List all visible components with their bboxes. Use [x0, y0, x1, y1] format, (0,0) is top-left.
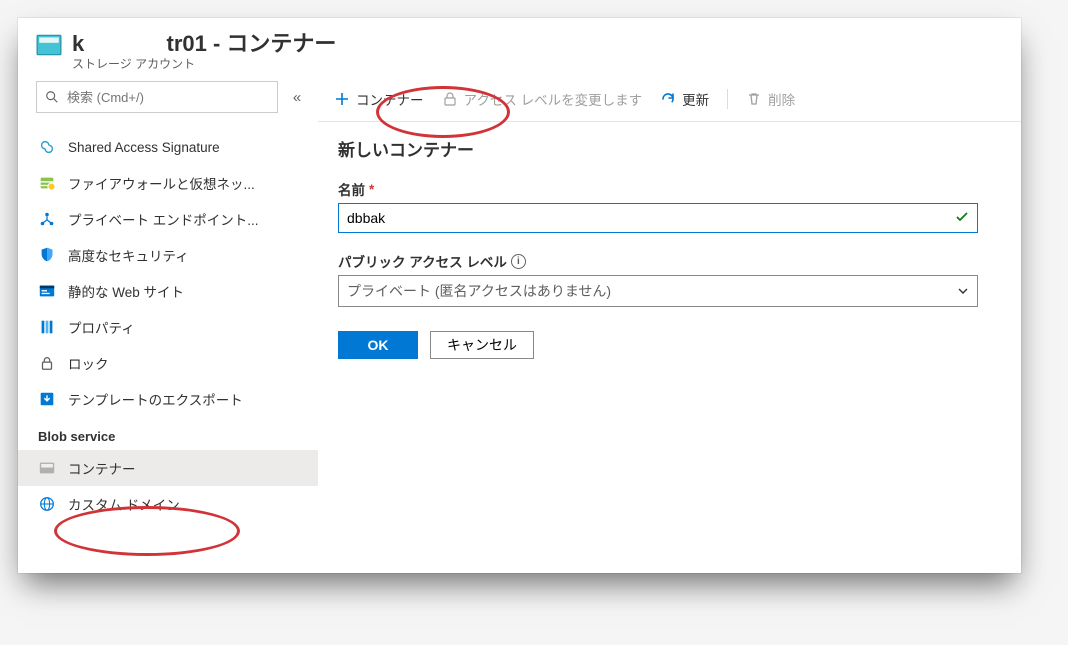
sidebar-item-properties[interactable]: プロパティ [18, 309, 318, 345]
sidebar-item-label: コンテナー [68, 458, 136, 478]
toolbar-separator [727, 89, 728, 109]
add-container-button[interactable]: コンテナー [334, 89, 424, 109]
panel-heading: 新しいコンテナー [338, 136, 978, 161]
toolbar-delete-label: 削除 [768, 89, 795, 109]
sidebar-item-label: プライベート エンドポイント... [68, 209, 259, 229]
collapse-sidebar-button[interactable]: « [286, 89, 308, 106]
endpoint-icon [38, 210, 56, 228]
delete-button[interactable]: 削除 [746, 89, 795, 109]
sidebar-item-sas[interactable]: Shared Access Signature [18, 129, 318, 165]
sidebar-nav: Shared Access Signature ファイアウォールと仮想ネッ...… [18, 123, 318, 573]
sidebar-item-export-template[interactable]: テンプレートのエクスポート [18, 381, 318, 417]
refresh-icon [660, 91, 676, 107]
sidebar-section-blob-service: Blob service [18, 417, 318, 450]
name-input-wrap [338, 203, 978, 233]
ok-button[interactable]: OK [338, 331, 418, 359]
firewall-icon [38, 174, 56, 192]
access-level-icon [442, 91, 458, 107]
access-level-select[interactable]: プライベート (匿名アクセスはありません) [338, 275, 978, 307]
sidebar-item-label: ロック [68, 353, 109, 373]
name-label-text: 名前 [338, 179, 365, 199]
shield-icon [38, 246, 56, 264]
toolbar-access-label: アクセス レベルを変更します [464, 89, 643, 109]
sidebar-item-label: 高度なセキュリティ [68, 245, 189, 265]
sidebar-item-lock[interactable]: ロック [18, 345, 318, 381]
key-link-icon [38, 138, 56, 156]
title-suffix: tr01 - コンテナー [167, 31, 337, 56]
info-icon[interactable]: i [511, 254, 526, 269]
lock-icon [38, 354, 56, 372]
domain-icon [38, 495, 56, 513]
resource-type-label: ストレージ アカウント [72, 58, 336, 71]
search-input[interactable] [65, 89, 269, 106]
new-container-panel: 新しいコンテナー 名前 * パブリック アクセス レベル i プライベート ( [318, 122, 998, 379]
sidebar-item-private-endpoint[interactable]: プライベート エンドポイント... [18, 201, 318, 237]
sidebar-item-label: プロパティ [68, 317, 135, 337]
toolbar: コンテナー アクセス レベルを変更します 更新 削除 [318, 77, 1021, 122]
storage-account-icon [36, 32, 62, 58]
refresh-button[interactable]: 更新 [660, 89, 709, 109]
sidebar-item-advanced-security[interactable]: 高度なセキュリティ [18, 237, 318, 273]
page-title: k tr01 - コンテナー [72, 32, 336, 56]
properties-icon [38, 318, 56, 336]
plus-icon [334, 91, 350, 107]
sidebar-item-label: ファイアウォールと仮想ネッ... [68, 173, 255, 193]
sidebar-item-label: Shared Access Signature [68, 140, 220, 155]
toolbar-add-label: コンテナー [356, 89, 424, 109]
chevron-down-icon [957, 285, 969, 297]
header-texts: k tr01 - コンテナー ストレージ アカウント [72, 32, 336, 71]
valid-check-icon [954, 209, 970, 225]
sidebar-item-custom-domain[interactable]: カスタム ドメイン [18, 486, 318, 522]
template-export-icon [38, 390, 56, 408]
sidebar: « Shared Access Signature ファイアウォールと仮想ネッ.… [18, 77, 318, 573]
toolbar-refresh-label: 更新 [682, 89, 709, 109]
sidebar-search-row: « [18, 77, 318, 123]
sidebar-item-label: テンプレートのエクスポート [68, 389, 243, 409]
change-access-level-button[interactable]: アクセス レベルを変更します [442, 89, 643, 109]
title-prefix: k [72, 31, 84, 56]
panel-button-row: OK キャンセル [338, 331, 978, 359]
sidebar-item-containers[interactable]: コンテナー [18, 450, 318, 486]
main-area: コンテナー アクセス レベルを変更します 更新 削除 新しいコンテナー [318, 77, 1021, 573]
sidebar-item-firewall[interactable]: ファイアウォールと仮想ネッ... [18, 165, 318, 201]
trash-icon [746, 91, 762, 107]
sidebar-item-label: カスタム ドメイン [68, 494, 180, 514]
access-level-field-label: パブリック アクセス レベル i [338, 251, 978, 271]
website-icon [38, 282, 56, 300]
page-header: k tr01 - コンテナー ストレージ アカウント [18, 18, 1021, 77]
required-asterisk: * [369, 182, 374, 197]
sidebar-item-label: 静的な Web サイト [68, 281, 184, 301]
container-icon [38, 459, 56, 477]
container-name-input[interactable] [338, 203, 978, 233]
sidebar-item-static-website[interactable]: 静的な Web サイト [18, 273, 318, 309]
access-label-text: パブリック アクセス レベル [338, 251, 507, 271]
cancel-button[interactable]: キャンセル [430, 331, 534, 359]
name-field-label: 名前 * [338, 179, 978, 199]
search-input-wrap[interactable] [36, 81, 278, 113]
access-level-value: プライベート (匿名アクセスはありません) [347, 281, 611, 301]
storage-account-blade: k tr01 - コンテナー ストレージ アカウント « [18, 18, 1021, 573]
search-icon [45, 90, 59, 104]
